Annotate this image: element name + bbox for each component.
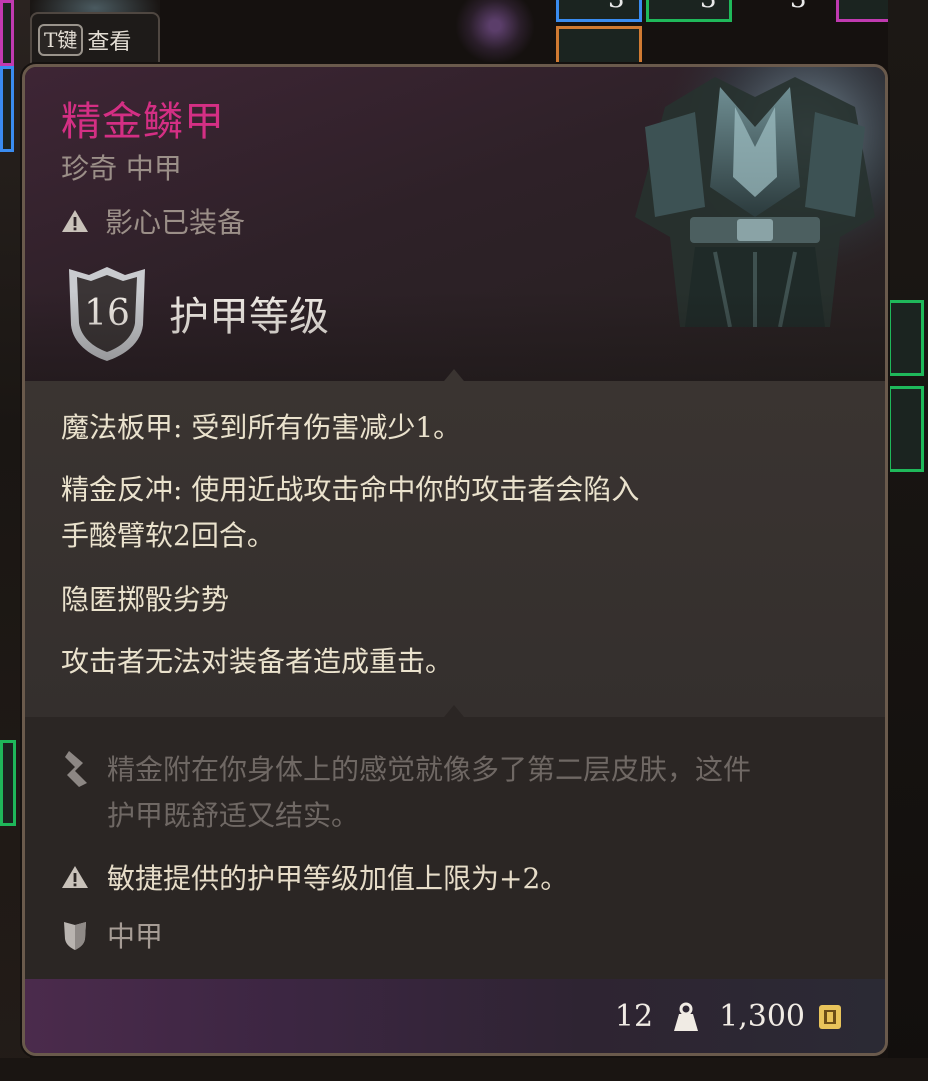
armor-item-art <box>625 67 885 327</box>
quill-icon <box>65 751 87 787</box>
stack-count: 3 <box>790 0 807 14</box>
inventory-background-right <box>888 0 928 1081</box>
flavor-row: 精金附在你身体上的感觉就像多了第二层皮肤，这件 护甲既舒适又结实。 <box>61 747 867 839</box>
inventory-slot[interactable] <box>888 300 924 376</box>
flavor-text: 精金附在你身体上的感觉就像多了第二层皮肤，这件 护甲既舒适又结实。 <box>107 747 867 839</box>
stack-count: 3 <box>608 0 625 14</box>
effect-magic-plate: 魔法板甲: 受到所有伤害减少1。 <box>61 411 462 444</box>
armor-class-label: 护甲等级 <box>169 294 329 340</box>
ring-item-art <box>455 0 535 64</box>
effect-stealth-disadvantage: 隐匿掷骰劣势 <box>61 583 230 616</box>
armor-type-icon <box>64 922 86 950</box>
tooltip-footer: 12 1,300 <box>25 979 885 1053</box>
armor-class-value: 16 <box>84 293 130 334</box>
dex-cap-note: 敏捷提供的护甲等级加值上限为+2。 <box>61 857 568 897</box>
equipped-note: 影心已装备 <box>105 206 246 239</box>
equipped-warning: 影心已装备 <box>61 201 245 241</box>
inventory-background-bottom <box>0 1058 928 1081</box>
inventory-slot[interactable] <box>0 0 14 66</box>
dex-cap-text: 敏捷提供的护甲等级加值上限为+2。 <box>107 862 569 895</box>
flavor-line: 护甲既舒适又结实。 <box>107 799 360 832</box>
inventory-slot[interactable] <box>0 740 16 826</box>
stack-count: 3 <box>700 0 717 14</box>
effect-adamantine-reactive: 精金反冲: 使用近战攻击命中你的攻击者会陷入 手酸臂软2回合。 <box>61 467 639 559</box>
armor-type-row: 中甲 <box>61 915 163 955</box>
warning-icon <box>62 866 88 888</box>
inventory-slot[interactable] <box>556 0 642 22</box>
gold-coin-icon <box>819 1004 841 1029</box>
t-key-badge: T键 <box>38 24 84 56</box>
armor-type-text: 中甲 <box>107 920 164 953</box>
item-weight: 12 <box>614 999 654 1034</box>
warning-icon <box>62 210 88 232</box>
tooltip-header: 精金鳞甲 珍奇 中甲 影心已装备 16 护甲等级 <box>25 67 885 381</box>
effect-line: 手酸臂软2回合。 <box>61 519 275 552</box>
effect-line: 精金反冲: 使用近战攻击命中你的攻击者会陷入 <box>61 473 640 506</box>
item-name: 精金鳞甲 <box>61 99 225 145</box>
inventory-slot[interactable] <box>888 386 924 472</box>
shield-icon <box>69 267 145 361</box>
inventory-slot[interactable] <box>0 66 14 152</box>
weight-icon <box>674 1002 699 1031</box>
item-price: 1,300 <box>719 999 805 1034</box>
armor-class-row: 16 护甲等级 <box>63 263 329 363</box>
armor-class-shield: 16 <box>63 263 151 363</box>
weight-price-row: 12 1,300 <box>615 999 843 1034</box>
effects-section: 魔法板甲: 受到所有伤害减少1。 精金反冲: 使用近战攻击命中你的攻击者会陷入 … <box>25 381 885 717</box>
flavor-section: 精金附在你身体上的感觉就像多了第二层皮肤，这件 护甲既舒适又结实。 敏捷提供的护… <box>25 717 885 979</box>
flavor-line: 精金附在你身体上的感觉就像多了第二层皮肤，这件 <box>107 753 752 786</box>
inventory-slot[interactable] <box>646 0 732 22</box>
item-tooltip: 精金鳞甲 珍奇 中甲 影心已装备 16 护甲等级 魔法板甲: 受到所有伤害减少1… <box>22 64 888 1056</box>
view-label: 查看 <box>87 30 132 55</box>
view-key-hint[interactable]: T键 查看 <box>30 12 160 66</box>
effect-no-critical: 攻击者无法对装备者造成重击。 <box>61 645 454 678</box>
item-rarity-type: 珍奇 中甲 <box>61 152 182 185</box>
